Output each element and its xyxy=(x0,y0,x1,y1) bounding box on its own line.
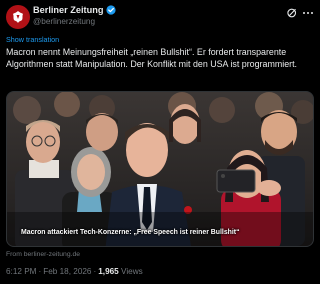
media-caption: Macron attackiert Tech-Konzerne: „Free S… xyxy=(21,229,240,236)
account-handle[interactable]: @berlinerzeitung xyxy=(33,17,95,26)
post-header: Berliner Zeitung @berlinerzeitung xyxy=(6,4,314,30)
views-label: Views xyxy=(121,267,143,276)
post-time[interactable]: 6:12 PM xyxy=(6,267,37,276)
post-text: Macron nennt Meinungsfreiheit „reinen Bu… xyxy=(6,47,298,70)
grok-icon[interactable] xyxy=(286,7,298,19)
post-image[interactable]: Macron attackiert Tech-Konzerne: „Free S… xyxy=(6,91,314,247)
verified-badge-icon xyxy=(106,5,117,15)
show-translation-link[interactable]: Show translation xyxy=(6,35,59,44)
more-icon[interactable] xyxy=(302,7,314,19)
meta-separator: · xyxy=(38,267,42,276)
avatar[interactable] xyxy=(6,5,30,29)
post-meta: 6:12 PM · Feb 18, 2026 · 1,965 Views xyxy=(6,267,143,276)
meta-separator: · xyxy=(93,267,97,276)
post-date[interactable]: Feb 18, 2026 xyxy=(43,267,91,276)
macron-crowd-photo xyxy=(7,92,313,246)
link-source[interactable]: From berliner-zeitung.de xyxy=(6,251,80,258)
berliner-zeitung-logo-icon xyxy=(13,11,23,23)
views-count: 1,965 xyxy=(98,267,119,276)
account-display-name[interactable]: Berliner Zeitung xyxy=(33,5,103,15)
